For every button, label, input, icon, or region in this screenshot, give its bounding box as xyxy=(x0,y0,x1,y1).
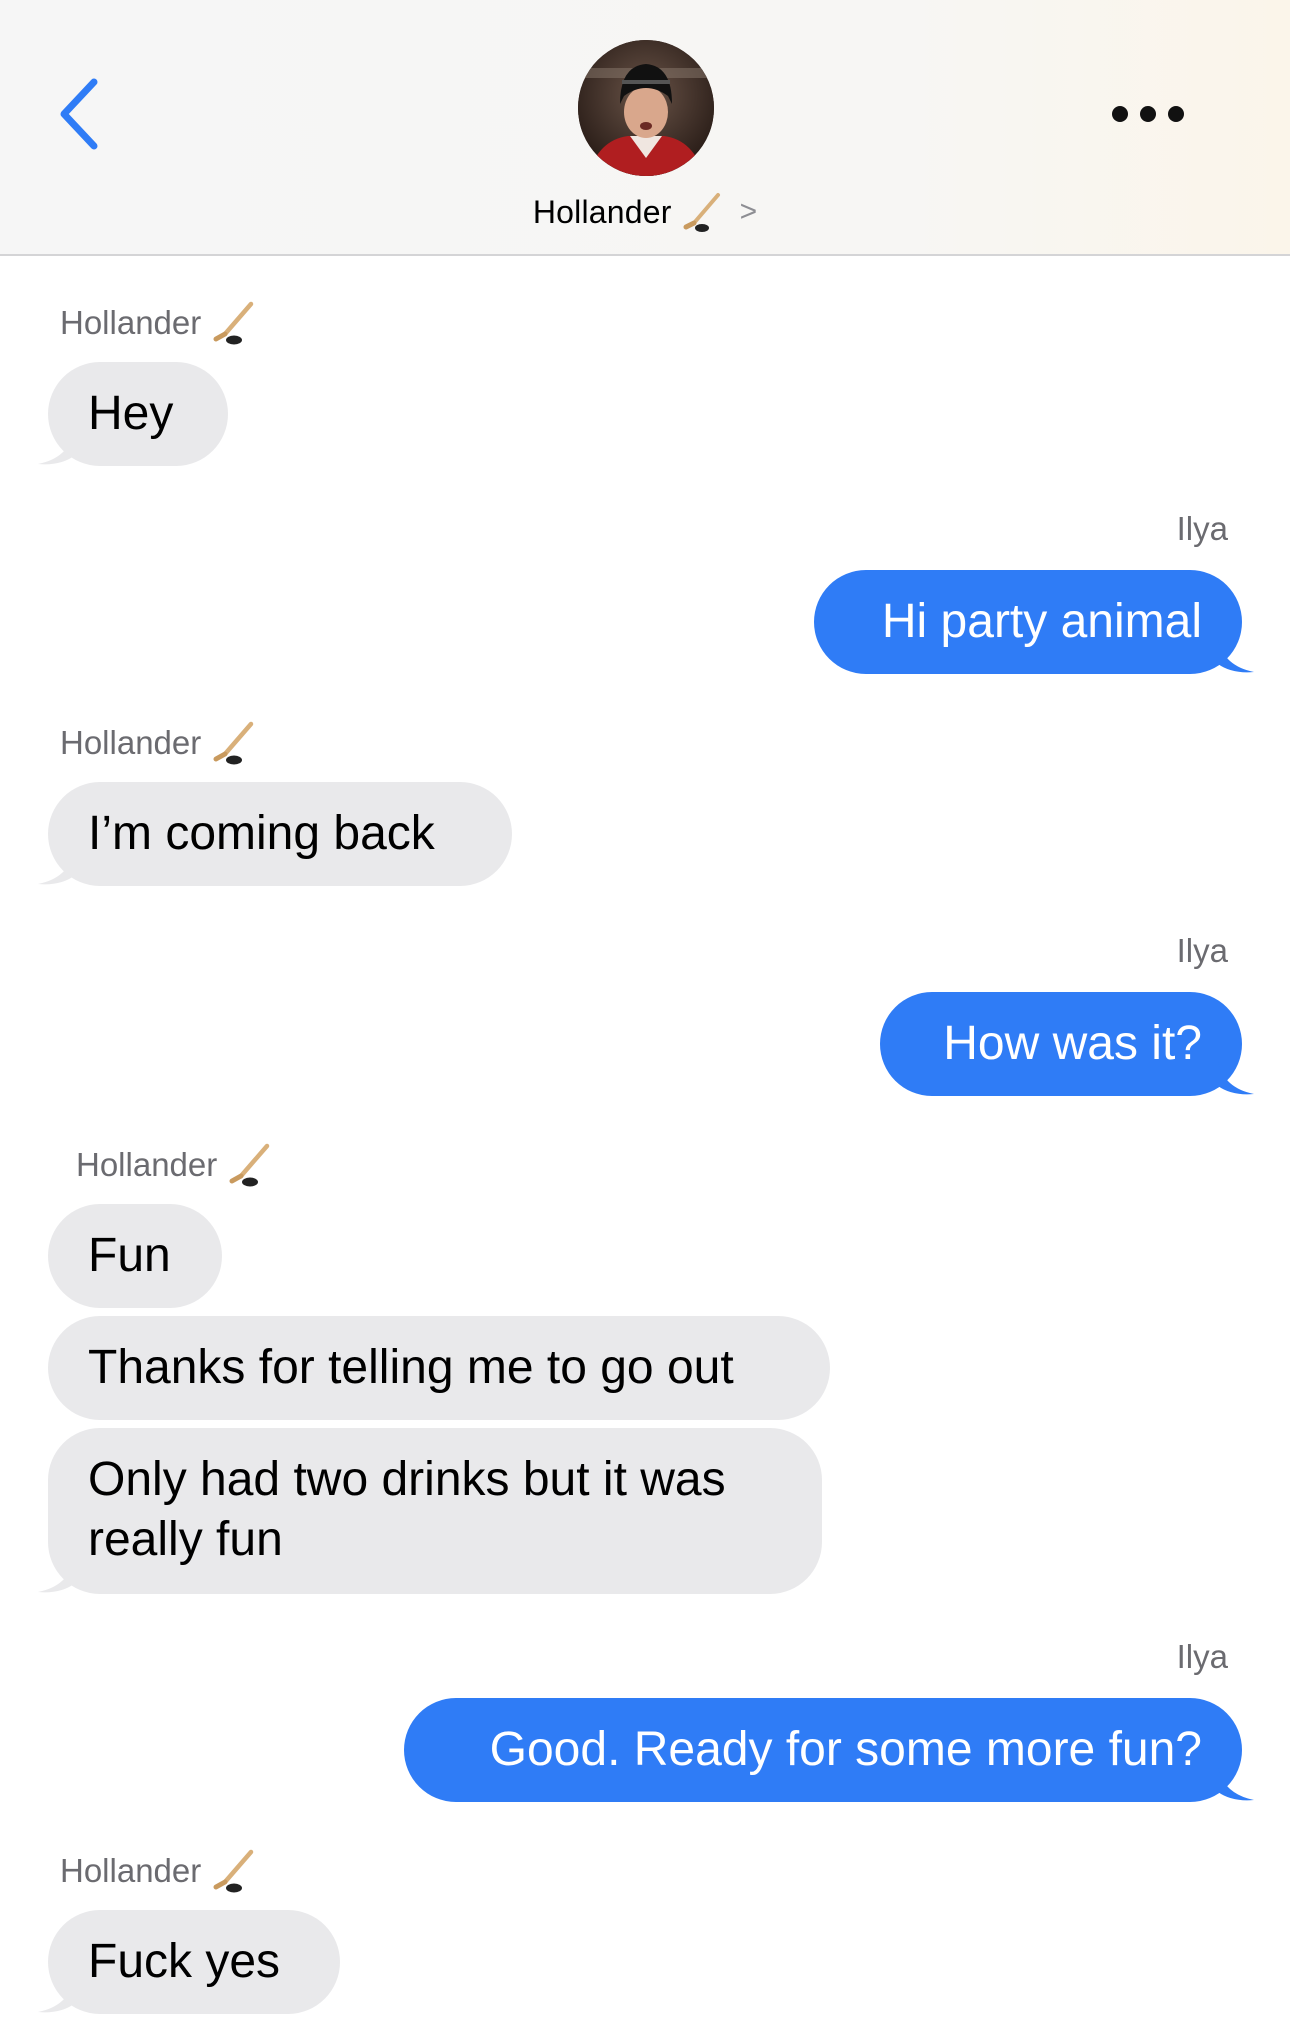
sender-label: Hollander xyxy=(60,300,255,346)
hockey-stick-icon xyxy=(211,720,255,766)
hockey-stick-icon xyxy=(683,193,720,232)
contact-avatar[interactable] xyxy=(578,40,714,176)
hockey-stick-icon xyxy=(211,300,255,346)
bubble-tail xyxy=(1218,1768,1254,1801)
sender-name: Ilya xyxy=(1176,510,1228,547)
sender-label: Ilya xyxy=(1177,1638,1228,1676)
message-text: I’m coming back xyxy=(88,807,435,860)
message-text: How was it? xyxy=(943,1017,1202,1070)
bubble-tail xyxy=(38,432,74,465)
chevron-right-icon: > xyxy=(739,195,758,228)
incoming-message-bubble[interactable]: Only had two drinks but it was really fu… xyxy=(48,1428,822,1594)
incoming-message-bubble[interactable]: Fun xyxy=(48,1204,222,1308)
sender-label: Hollander xyxy=(76,1142,271,1188)
sender-name: Hollander xyxy=(60,724,202,761)
incoming-message-bubble[interactable]: Fuck yes xyxy=(48,1910,340,2014)
sender-label: Hollander xyxy=(60,1848,255,1894)
bubble-tail xyxy=(1218,640,1254,673)
hockey-stick-icon xyxy=(211,1848,255,1894)
outgoing-message-bubble[interactable]: Hi party animal xyxy=(814,570,1242,674)
chevron-left-icon[interactable] xyxy=(54,76,114,152)
incoming-message-bubble[interactable]: Hey xyxy=(48,362,228,466)
message-text: Hey xyxy=(88,387,174,440)
bubble-tail xyxy=(38,1560,74,1593)
message-text: Fun xyxy=(88,1229,171,1282)
incoming-message-bubble[interactable]: I’m coming back xyxy=(48,782,512,886)
ellipsis-icon[interactable] xyxy=(1112,100,1184,128)
sender-label: Ilya xyxy=(1177,932,1228,970)
sender-name: Hollander xyxy=(76,1146,218,1183)
contact-name-button[interactable]: Hollander > xyxy=(0,188,1290,236)
bubble-tail xyxy=(1218,1062,1254,1095)
sender-name: Ilya xyxy=(1176,1638,1228,1675)
sender-label: Ilya xyxy=(1177,510,1228,548)
message-text: Hi party animal xyxy=(881,595,1202,648)
outgoing-message-bubble[interactable]: How was it? xyxy=(880,992,1242,1096)
sender-name: Hollander xyxy=(60,304,202,341)
hockey-stick-icon xyxy=(227,1142,271,1188)
sender-name: Hollander xyxy=(60,1852,202,1889)
outgoing-message-bubble[interactable]: Good. Ready for some more fun? xyxy=(404,1698,1242,1802)
message-text: Thanks for telling me to go out xyxy=(88,1341,734,1394)
message-text: Only had two drinks but it was really fu… xyxy=(88,1453,726,1566)
contact-name: Hollander xyxy=(532,193,672,230)
bubble-tail xyxy=(38,1980,74,2013)
sender-label: Hollander xyxy=(60,720,255,766)
message-text: Fuck yes xyxy=(88,1935,281,1988)
sender-name: Ilya xyxy=(1176,932,1228,969)
bubble-tail xyxy=(38,852,74,885)
chat-header: Hollander > xyxy=(0,0,1290,256)
incoming-message-bubble[interactable]: Thanks for telling me to go out xyxy=(48,1316,830,1420)
chat-screen: Hollander > Hollander Hey Ilya Hi party ani… xyxy=(0,0,1290,2042)
message-text: Good. Ready for some more fun? xyxy=(489,1723,1202,1776)
